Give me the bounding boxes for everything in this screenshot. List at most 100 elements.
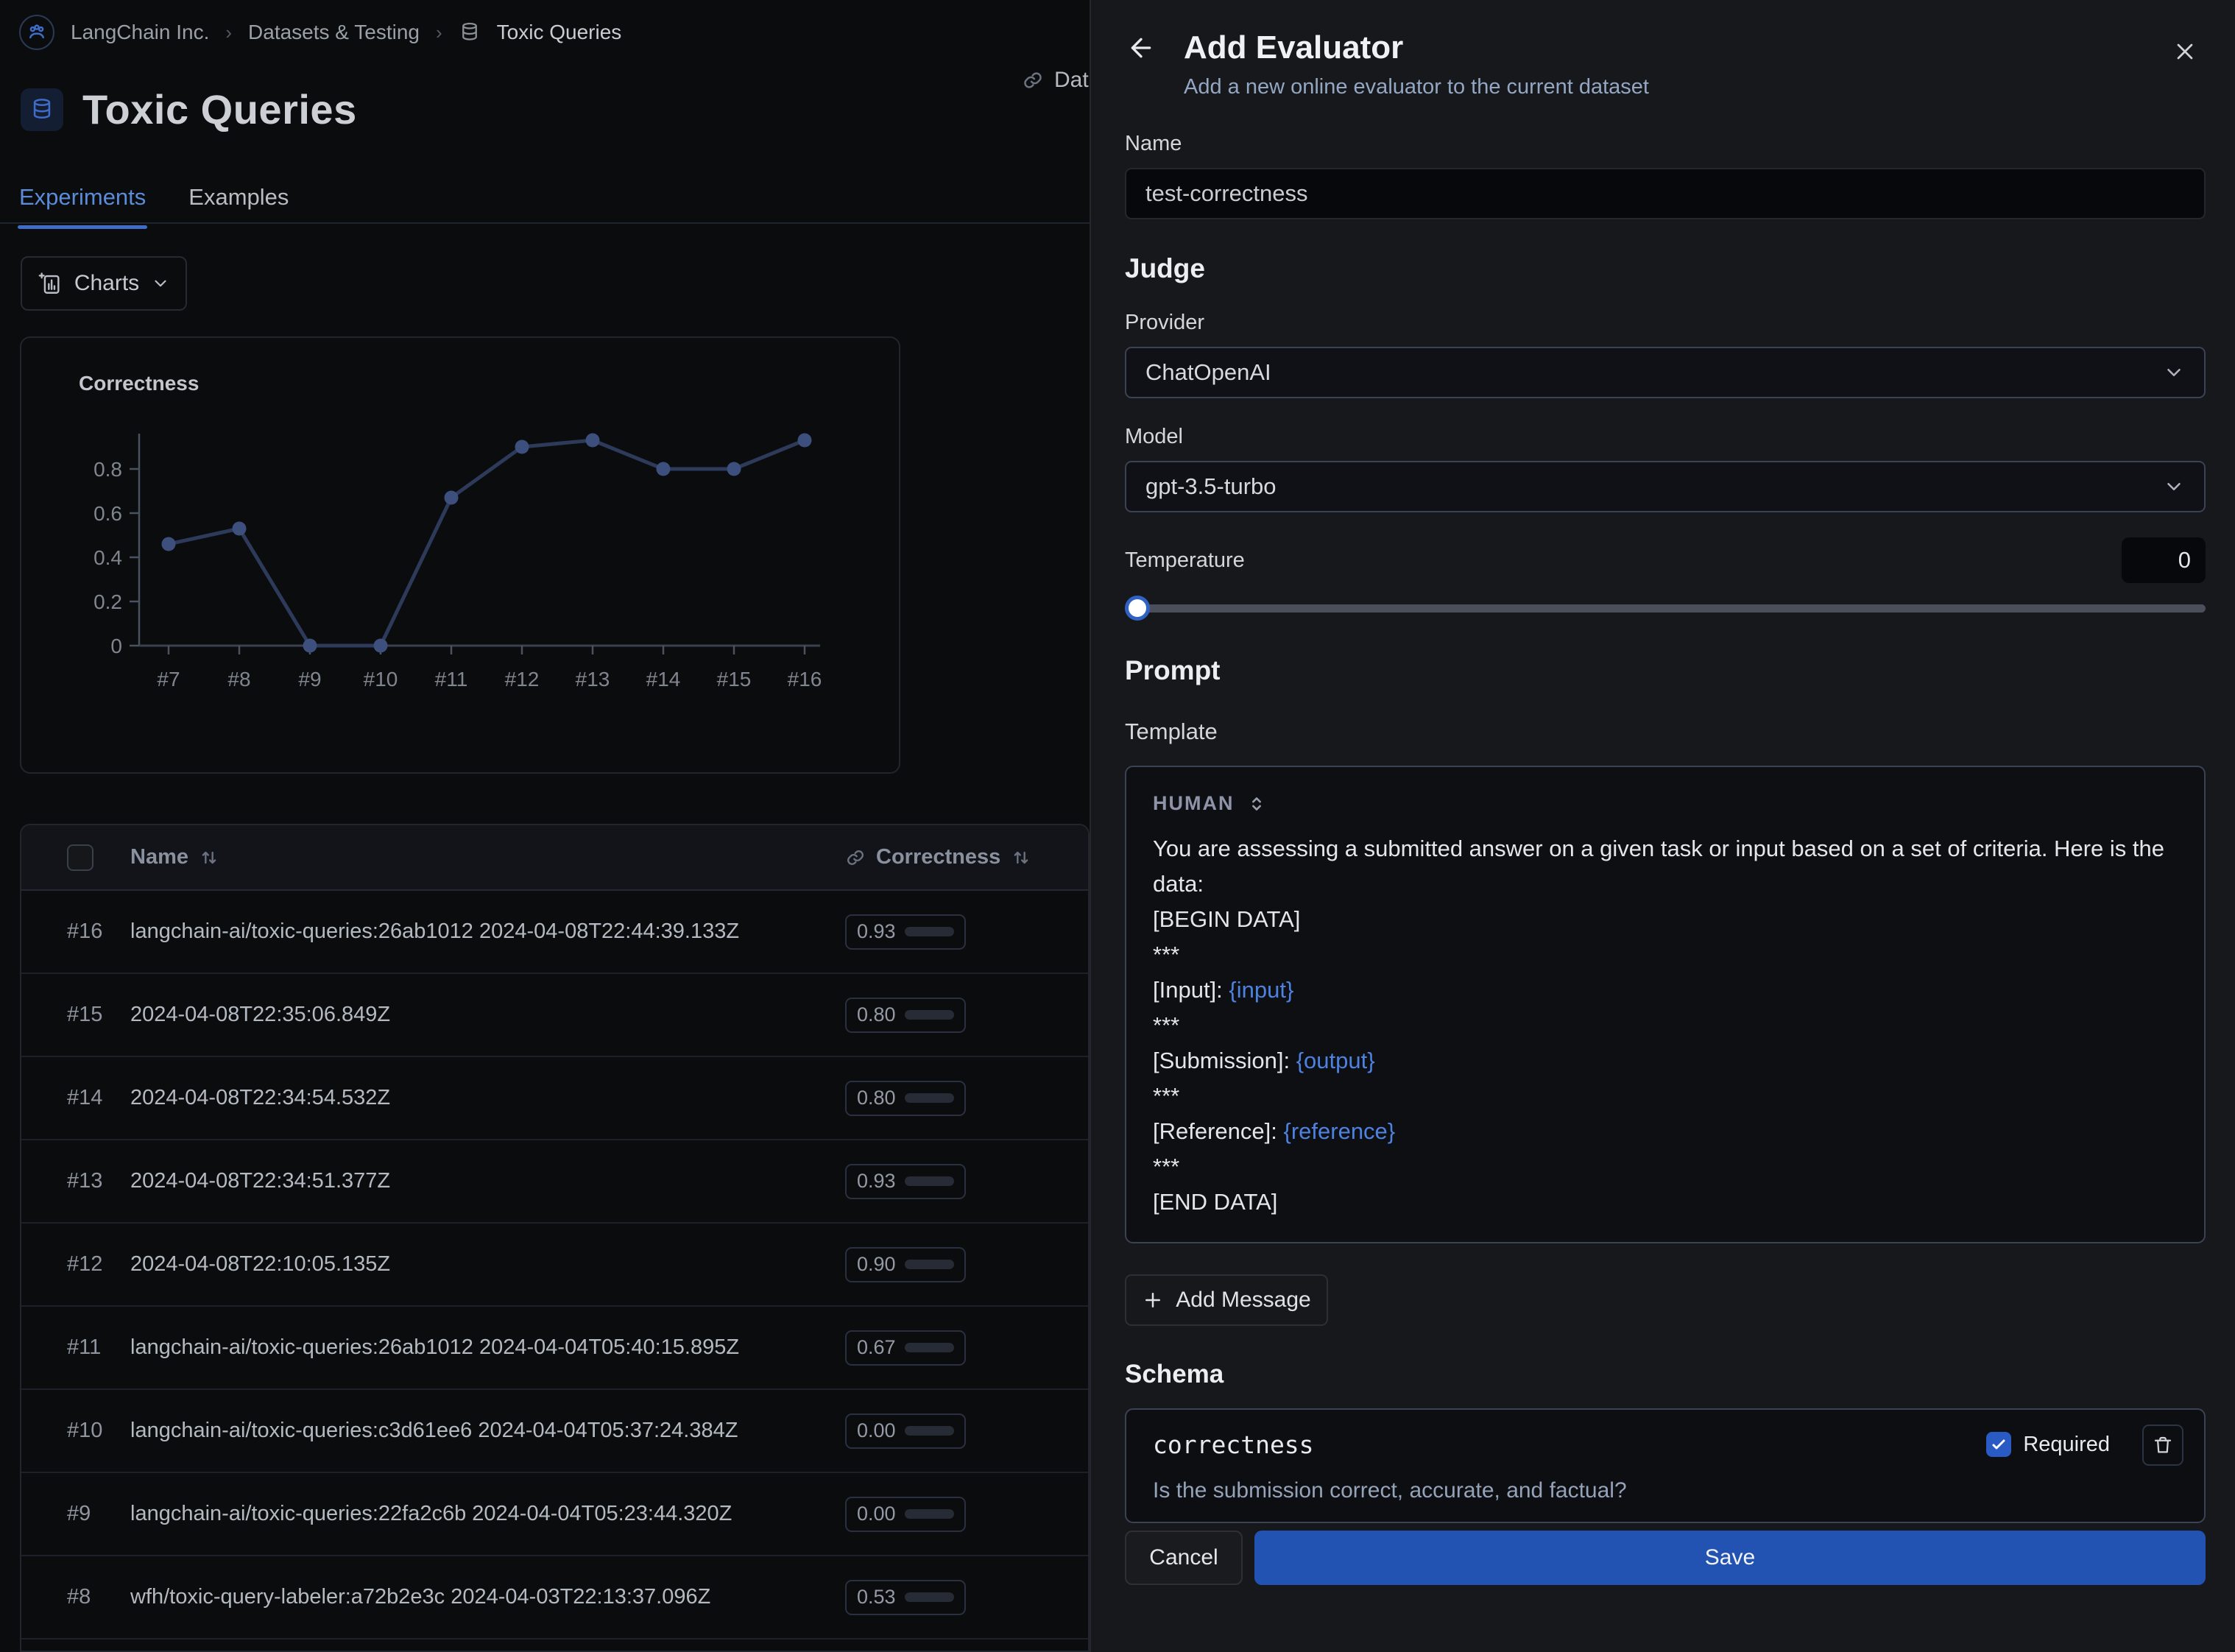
correctness-cell: 0.93 — [845, 1164, 1088, 1199]
schema-heading: Schema — [1125, 1360, 2206, 1389]
table-row[interactable]: #11langchain-ai/toxic-queries:26ab1012 2… — [21, 1307, 1088, 1390]
select-all-checkbox[interactable] — [67, 844, 93, 871]
column-header-correctness[interactable]: Correctness — [845, 845, 1088, 869]
table-row[interactable]: #152024-04-08T22:35:06.849Z0.80 — [21, 974, 1088, 1057]
correctness-bar — [905, 1093, 954, 1103]
cancel-button[interactable]: Cancel — [1125, 1531, 1243, 1585]
correctness-bar — [905, 1592, 954, 1602]
correctness-bar — [905, 927, 954, 936]
table-row[interactable]: #16langchain-ai/toxic-queries:26ab1012 2… — [21, 891, 1088, 974]
temperature-value[interactable]: 0 — [2122, 537, 2206, 583]
temperature-slider[interactable] — [1125, 595, 2206, 621]
template-label: Template — [1125, 719, 2206, 745]
table-row[interactable]: #132024-04-08T22:34:51.377Z0.93 — [21, 1140, 1088, 1224]
sort-icon[interactable] — [199, 847, 219, 868]
experiment-number: #13 — [67, 1169, 130, 1193]
correctness-badge[interactable]: 0.93 — [845, 914, 966, 950]
correctness-badge[interactable]: 0.00 — [845, 1413, 966, 1449]
add-message-label: Add Message — [1176, 1288, 1310, 1313]
template-editor[interactable]: HUMAN You are assessing a submitted answ… — [1125, 766, 2206, 1243]
slider-track[interactable] — [1125, 604, 2206, 613]
correctness-bar — [905, 1176, 954, 1186]
bar-chart-icon — [38, 271, 63, 296]
experiment-number: #16 — [67, 919, 130, 944]
sort-icon[interactable] — [1011, 847, 1031, 868]
experiment-name[interactable]: langchain-ai/toxic-queries:22fa2c6b 2024… — [130, 1502, 845, 1526]
svg-text:0.8: 0.8 — [93, 458, 122, 481]
panel-actions: Cancel Save — [1125, 1531, 2206, 1585]
column-header-name[interactable]: Name — [130, 845, 845, 869]
experiment-number: #12 — [67, 1252, 130, 1277]
experiment-name[interactable]: 2024-04-08T22:35:06.849Z — [130, 1003, 845, 1027]
correctness-badge[interactable]: 0.93 — [845, 1164, 966, 1199]
table-row[interactable]: #122024-04-08T22:10:05.135Z0.90 — [21, 1224, 1088, 1307]
charts-button[interactable]: Charts — [21, 256, 187, 311]
table-row[interactable]: #10langchain-ai/toxic-queries:c3d61ee6 2… — [21, 1390, 1088, 1473]
delete-field-button[interactable] — [2142, 1425, 2183, 1466]
template-line: [Submission]: {output} — [1153, 1043, 2178, 1079]
experiment-name[interactable]: wfh/toxic-query-labeler:a72b2e3c 2024-04… — [130, 1585, 845, 1609]
people-group-icon — [26, 21, 48, 43]
experiment-name[interactable]: langchain-ai/toxic-queries:26ab1012 2024… — [130, 1335, 845, 1360]
experiment-name[interactable]: 2024-04-08T22:10:05.135Z — [130, 1252, 845, 1277]
provider-label: Provider — [1125, 311, 2206, 335]
experiment-name[interactable]: langchain-ai/toxic-queries:26ab1012 2024… — [130, 919, 845, 944]
correctness-cell: 0.90 — [845, 1247, 1088, 1282]
evaluator-name-input[interactable] — [1125, 168, 2206, 219]
correctness-badge[interactable]: 0.90 — [845, 1247, 966, 1282]
correctness-value: 0.00 — [857, 1419, 896, 1442]
experiment-name[interactable]: 2024-04-08T22:34:51.377Z — [130, 1169, 845, 1193]
correctness-value: 0.53 — [857, 1586, 896, 1609]
add-message-button[interactable]: Add Message — [1125, 1274, 1328, 1326]
experiment-number: #15 — [67, 1003, 130, 1027]
table-row[interactable]: #142024-04-08T22:34:54.532Z0.80 — [21, 1057, 1088, 1140]
column-name-label: Name — [130, 845, 188, 869]
tabs: Experiments Examples — [19, 184, 289, 227]
back-arrow-icon[interactable] — [1125, 32, 1157, 64]
correctness-badge[interactable]: 0.00 — [845, 1497, 966, 1532]
correctness-badge[interactable]: 0.80 — [845, 998, 966, 1033]
tab-examples[interactable]: Examples — [188, 184, 289, 227]
tabs-divider — [0, 222, 1090, 224]
charts-button-label: Charts — [74, 271, 139, 296]
template-line: [END DATA] — [1153, 1185, 2178, 1220]
panel-title: Add Evaluator — [1184, 29, 1403, 66]
correctness-value: 0.00 — [857, 1503, 896, 1525]
correctness-badge[interactable]: 0.67 — [845, 1330, 966, 1366]
save-button[interactable]: Save — [1254, 1531, 2206, 1585]
template-text[interactable]: You are assessing a submitted answer on … — [1153, 831, 2178, 1220]
chevron-down-icon — [2163, 361, 2185, 384]
correctness-badge[interactable]: 0.53 — [845, 1580, 966, 1615]
breadcrumb-section[interactable]: Datasets & Testing — [248, 21, 420, 44]
message-role-select[interactable]: HUMAN — [1153, 792, 2178, 815]
chevron-down-icon — [151, 274, 170, 293]
experiment-name[interactable]: langchain-ai/toxic-queries:c3d61ee6 2024… — [130, 1419, 845, 1443]
table-row-partial[interactable] — [21, 1639, 1088, 1652]
schema-field-description[interactable]: Is the submission correct, accurate, and… — [1153, 1478, 2178, 1503]
model-select[interactable]: gpt-3.5-turbo — [1125, 461, 2206, 512]
correctness-badge[interactable]: 0.80 — [845, 1081, 966, 1116]
provider-select[interactable]: ChatOpenAI — [1125, 347, 2206, 398]
dataset-link[interactable]: Dat — [1022, 68, 1090, 93]
model-value: gpt-3.5-turbo — [1145, 473, 1277, 500]
experiment-name[interactable]: 2024-04-08T22:34:54.532Z — [130, 1086, 845, 1110]
svg-text:0.4: 0.4 — [93, 546, 122, 569]
slider-thumb[interactable] — [1125, 596, 1150, 621]
close-icon[interactable] — [2170, 37, 2200, 66]
schema-field-card: correctness Is the submission correct, a… — [1125, 1408, 2206, 1523]
template-line: [Reference]: {reference} — [1153, 1114, 2178, 1149]
provider-value: ChatOpenAI — [1145, 359, 1271, 386]
prompt-heading: Prompt — [1125, 655, 2206, 686]
table-row[interactable]: #9langchain-ai/toxic-queries:22fa2c6b 20… — [21, 1473, 1088, 1556]
breadcrumb-current[interactable]: Toxic Queries — [497, 21, 622, 44]
svg-text:#8: #8 — [227, 668, 250, 691]
table-row[interactable]: #8wfh/toxic-query-labeler:a72b2e3c 2024-… — [21, 1556, 1088, 1639]
correctness-value: 0.80 — [857, 1087, 896, 1109]
breadcrumb-org[interactable]: LangChain Inc. — [71, 21, 209, 44]
required-checkbox[interactable] — [1986, 1432, 2011, 1457]
svg-text:0.2: 0.2 — [93, 590, 122, 613]
tab-experiments[interactable]: Experiments — [19, 184, 146, 227]
model-label: Model — [1125, 425, 2206, 449]
org-avatar[interactable] — [19, 15, 54, 50]
add-evaluator-panel: Add Evaluator Add a new online evaluator… — [1090, 0, 2235, 1652]
